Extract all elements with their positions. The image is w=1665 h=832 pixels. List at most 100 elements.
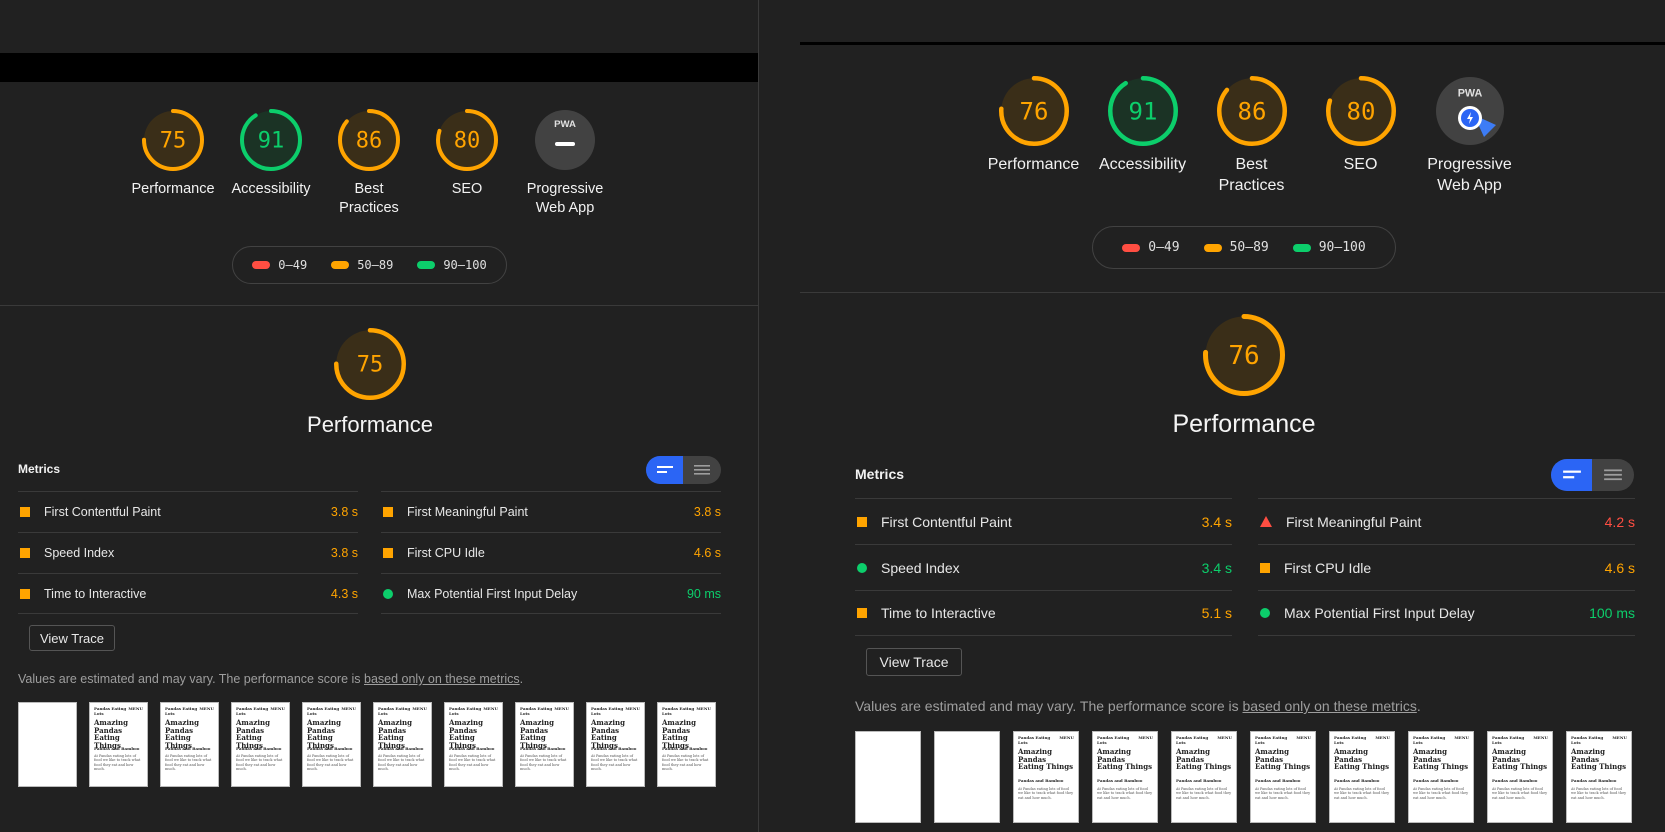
filmstrip-frame xyxy=(18,702,77,787)
average-square-icon xyxy=(1260,562,1270,573)
filmstrip-frame: Pandas Eating Lots MENU Amazing Pandas Eat… xyxy=(1487,731,1553,823)
view-trace-button[interactable]: View Trace xyxy=(866,648,962,676)
filmstrip-frame: Pandas Eating Lots MENU Amazing Pandas Eat… xyxy=(586,702,645,787)
frame-site: Pandas Eating Lots xyxy=(520,706,553,716)
frame-menu: MENU xyxy=(128,706,143,711)
top-bar xyxy=(0,53,758,82)
frame-header: Pandas Eating Lots MENU xyxy=(94,706,143,716)
frame-site: Pandas Eating Lots xyxy=(1097,735,1130,745)
frame-menu: MENU xyxy=(696,706,711,711)
metric-name: Max Potential First Input Delay xyxy=(1284,605,1475,621)
legend-item: 90–100 xyxy=(417,258,487,272)
category-performance[interactable]: 75 Performance xyxy=(124,108,222,218)
category-progressive-web-app[interactable]: PWA Progressive Web App xyxy=(516,108,614,218)
frame-body: At Pandas eating lots of food we like to… xyxy=(1334,787,1390,800)
metric-row: Time to Interactive 5.1 s xyxy=(855,590,1232,636)
estimate-end: . xyxy=(519,672,524,686)
estimate-text: Values are estimated and may vary. The p… xyxy=(855,698,1243,714)
frame-menu: MENU xyxy=(1138,735,1153,740)
category-label: Best Practices xyxy=(1218,156,1285,194)
frame-headline: Amazing Pandas Eating Things xyxy=(1176,747,1232,772)
frame-section: Pandas and Bamboo xyxy=(662,746,708,751)
metrics-link[interactable]: based only on these metrics xyxy=(1243,698,1417,714)
frame-section: Pandas and Bamboo xyxy=(1097,778,1143,783)
frame-body: At Pandas eating lots of food we like to… xyxy=(449,754,496,772)
frame-body: At Pandas eating lots of food we like to… xyxy=(1097,787,1153,800)
frame-body: At Pandas eating lots of food we like to… xyxy=(1413,787,1469,800)
compact-view-button[interactable] xyxy=(646,456,683,484)
frame-site: Pandas Eating Lots xyxy=(378,706,411,716)
frame-site: Pandas Eating Lots xyxy=(307,706,340,716)
frame-body: At Pandas eating lots of food we like to… xyxy=(1571,787,1627,800)
section-divider xyxy=(0,305,758,306)
metric-value: 3.8 s xyxy=(330,546,358,560)
filmstrip-frame: Pandas Eating Lots MENU Amazing Pandas Eat… xyxy=(1329,731,1395,823)
filmstrip: Pandas Eating Lots MENU Amazing Pandas Eat… xyxy=(855,731,1632,823)
legend-swatch xyxy=(331,261,350,269)
metric-value: 100 ms xyxy=(1589,605,1635,621)
metrics-link[interactable]: based only on these metrics xyxy=(364,672,520,686)
performance-title: Performance xyxy=(307,412,433,437)
frame-body: At Pandas eating lots of food we like to… xyxy=(236,754,283,772)
average-square-icon xyxy=(20,588,30,599)
compact-view-button[interactable] xyxy=(1551,459,1592,491)
frame-section: Pandas and Bamboo xyxy=(1413,778,1459,783)
frame-header: Pandas Eating Lots MENU xyxy=(662,706,711,716)
frame-header: Pandas Eating Lots MENU xyxy=(1334,735,1390,745)
gauge-score: 91 xyxy=(258,129,285,154)
frame-menu: MENU xyxy=(412,706,427,711)
filmstrip-frame xyxy=(934,731,1000,823)
fail-triangle-icon xyxy=(1260,516,1272,527)
category-performance[interactable]: 76 Performance xyxy=(979,75,1088,197)
frame-body: At Pandas eating lots of food we like to… xyxy=(520,754,567,772)
view-trace-button[interactable]: View Trace xyxy=(29,625,115,651)
metrics-view-toggle[interactable] xyxy=(646,456,721,484)
category-best-practices[interactable]: 86 Best Practices xyxy=(1197,75,1306,197)
metric-name: First Contentful Paint xyxy=(44,505,161,519)
metric-value: 4.2 s xyxy=(1604,513,1635,530)
filmstrip-frame: Pandas Eating Lots MENU Amazing Pandas Eat… xyxy=(231,702,290,787)
metrics-view-toggle[interactable] xyxy=(1551,459,1634,491)
legend-swatch xyxy=(1292,243,1311,252)
filmstrip-frame: Pandas Eating Lots MENU Amazing Pandas Eat… xyxy=(444,702,503,787)
pass-circle-icon xyxy=(1260,608,1270,618)
frame-site: Pandas Eating Lots xyxy=(1571,735,1604,745)
frame-section: Pandas and Bamboo xyxy=(1571,778,1617,783)
legend-swatch xyxy=(252,261,271,269)
category-seo[interactable]: 80 SEO xyxy=(1306,75,1415,197)
frame-section: Pandas and Bamboo xyxy=(165,746,211,751)
gauge-score: 80 xyxy=(454,129,481,154)
expanded-view-button[interactable] xyxy=(683,456,721,484)
metric-row: Time to Interactive 4.3 s xyxy=(18,573,358,614)
filmstrip-frame: Pandas Eating Lots MENU Amazing Pandas Eat… xyxy=(1250,731,1316,823)
expanded-view-button[interactable] xyxy=(1592,459,1634,491)
category-best-practices[interactable]: 86 Best Practices xyxy=(320,108,418,218)
frame-site: Pandas Eating Lots xyxy=(1334,735,1367,745)
frame-site: Pandas Eating Lots xyxy=(165,706,198,716)
category-label: SEO xyxy=(1343,156,1378,173)
metric-row: Speed Index 3.4 s xyxy=(855,544,1232,590)
metrics-title: Metrics xyxy=(855,466,905,482)
metric-value: 4.6 s xyxy=(693,546,721,560)
category-gauges: 76 Performance 91 Accessibility 86 Best Pract… xyxy=(979,75,1524,197)
estimate-text: Values are estimated and may vary. The p… xyxy=(18,672,364,686)
frame-body: At Pandas eating lots of food we like to… xyxy=(1176,787,1232,800)
category-seo[interactable]: 80 SEO xyxy=(418,108,516,218)
legend-item: 90–100 xyxy=(1292,240,1366,255)
metrics-column-right: First Meaningful Paint 4.2 s First CPU Idl… xyxy=(1258,498,1635,636)
filmstrip: Pandas Eating Lots MENU Amazing Pandas Eat… xyxy=(18,702,716,787)
category-label: Progressive Web App xyxy=(526,181,604,216)
score-gauge: 76 xyxy=(998,76,1069,146)
frame-menu: MENU xyxy=(625,706,640,711)
category-progressive-web-app[interactable]: PWA Progressive Web App xyxy=(1415,75,1524,197)
legend-label: 50–89 xyxy=(357,258,394,272)
gauge-score: 86 xyxy=(356,129,383,154)
metric-name: Speed Index xyxy=(881,559,960,576)
category-accessibility[interactable]: 91 Accessibility xyxy=(1088,75,1197,197)
gauge-score: 80 xyxy=(1346,97,1375,125)
metrics-column-right: First Meaningful Paint 3.8 s First CPU Idl… xyxy=(381,491,721,614)
category-accessibility[interactable]: 91 Accessibility xyxy=(222,108,320,218)
frame-body: At Pandas eating lots of food we like to… xyxy=(1492,787,1548,800)
average-square-icon xyxy=(383,507,393,517)
average-square-icon xyxy=(857,516,867,527)
